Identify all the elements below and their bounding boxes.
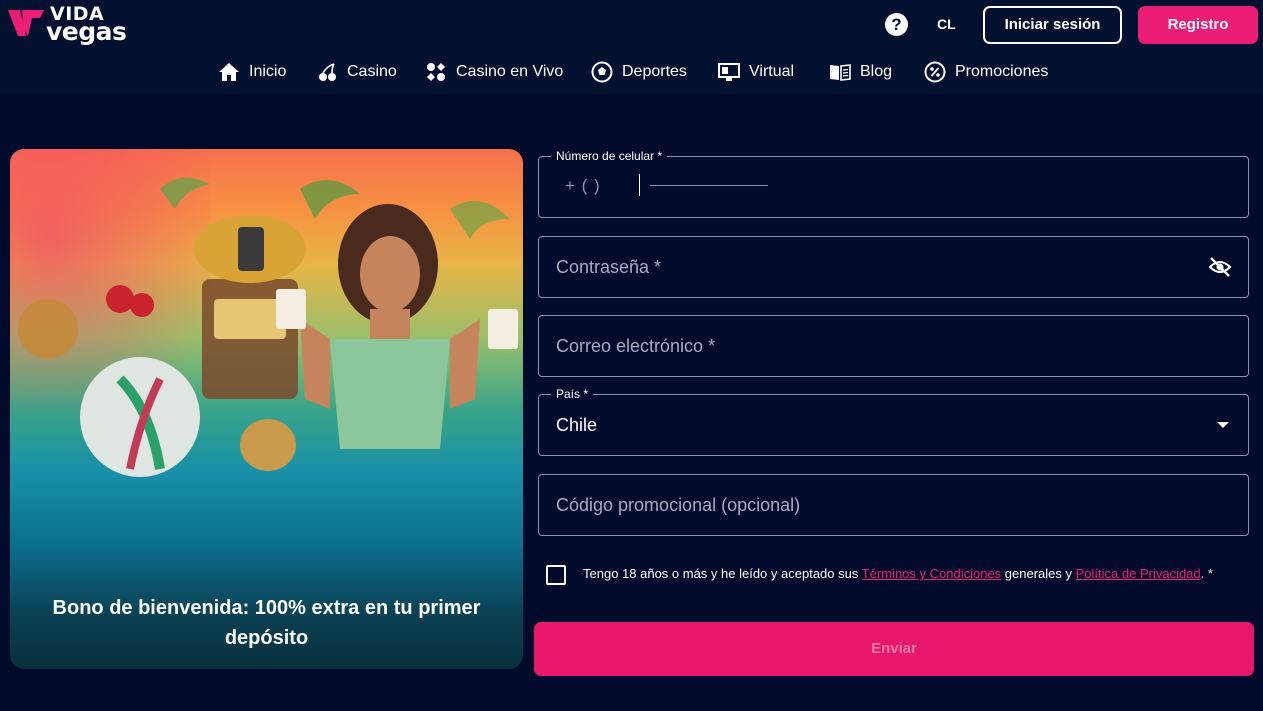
- virtual-monitor-icon: [718, 63, 740, 81]
- nav-item-casino[interactable]: Casino: [318, 60, 397, 84]
- phone-country-code[interactable]: + ( ): [565, 176, 601, 196]
- country-label: País *: [551, 386, 594, 402]
- phone-label: Número de celular *: [551, 148, 668, 164]
- main-nav: Inicio Casino Casino en Vivo Deportes Vi…: [0, 60, 1263, 84]
- book-icon: [830, 64, 851, 81]
- register-button[interactable]: Registro: [1138, 6, 1258, 44]
- help-icon[interactable]: ?: [885, 13, 908, 36]
- phone-separator: [639, 174, 640, 196]
- welcome-bonus-card: Bono de bienvenida: 100% extra en tu pri…: [10, 149, 523, 669]
- login-button[interactable]: Iniciar sesión: [983, 6, 1122, 44]
- country-value: Chile: [556, 415, 598, 435]
- nav-label: Casino: [347, 63, 397, 80]
- terms-text: Tengo 18 años o más y he leído y aceptad…: [583, 566, 1213, 581]
- terms-checkbox[interactable]: [546, 565, 566, 585]
- soccer-ball-icon: [591, 61, 613, 83]
- nav-label: Casino en Vivo: [456, 63, 564, 80]
- nav-label: Deportes: [622, 63, 687, 80]
- nav-item-deportes[interactable]: Deportes: [591, 60, 687, 84]
- promo-code-placeholder: Código promocional (opcional): [556, 495, 801, 515]
- country-select[interactable]: País * Chile: [538, 386, 1249, 456]
- password-placeholder: Contraseña *: [556, 257, 662, 277]
- phone-field[interactable]: Número de celular * + ( ): [538, 148, 1249, 218]
- home-icon: [219, 63, 239, 81]
- terms-middle: generales y: [1001, 566, 1076, 581]
- percent-badge-icon: [924, 61, 946, 83]
- email-field[interactable]: Correo electrónico *: [538, 315, 1249, 377]
- welcome-bonus-text: Bono de bienvenida: 100% extra en tu pri…: [52, 597, 481, 649]
- nav-item-blog[interactable]: Blog: [829, 60, 892, 84]
- nav-item-inicio[interactable]: Inicio: [218, 60, 286, 84]
- password-field[interactable]: Contraseña *: [538, 236, 1249, 298]
- site-header: VIDA vegas ? CL Iniciar sesión Registro …: [0, 0, 1263, 94]
- submit-button[interactable]: Enviar: [534, 622, 1254, 676]
- card-suits-icon: [427, 63, 445, 81]
- nav-item-virtual[interactable]: Virtual: [718, 60, 794, 84]
- nav-item-promociones[interactable]: Promociones: [924, 60, 1048, 84]
- terms-prefix: Tengo 18 años o más y he leído y aceptad…: [583, 566, 862, 581]
- language-selector[interactable]: CL: [937, 16, 956, 32]
- nav-label: Blog: [860, 63, 893, 80]
- vidavegas-logo[interactable]: VIDA vegas: [6, 4, 130, 46]
- terms-suffix: . *: [1200, 566, 1213, 581]
- eye-off-icon[interactable]: [1208, 256, 1232, 278]
- phone-number-mask[interactable]: [650, 185, 768, 186]
- terms-link[interactable]: Términos y Condiciones: [862, 566, 1001, 581]
- promo-code-field[interactable]: Código promocional (opcional): [538, 474, 1249, 536]
- chevron-down-icon[interactable]: [1217, 422, 1229, 428]
- nav-label: Inicio: [249, 63, 287, 80]
- logo-mark-icon: [8, 10, 44, 36]
- privacy-link[interactable]: Política de Privacidad: [1076, 566, 1201, 581]
- nav-item-casino-en-vivo[interactable]: Casino en Vivo: [425, 60, 563, 84]
- cherry-icon: [319, 63, 336, 81]
- logo-text-vegas: vegas: [46, 17, 127, 46]
- promo-illustration: [18, 177, 518, 477]
- email-placeholder: Correo electrónico *: [556, 336, 716, 356]
- nav-label: Virtual: [749, 63, 795, 80]
- nav-label: Promociones: [955, 63, 1049, 80]
